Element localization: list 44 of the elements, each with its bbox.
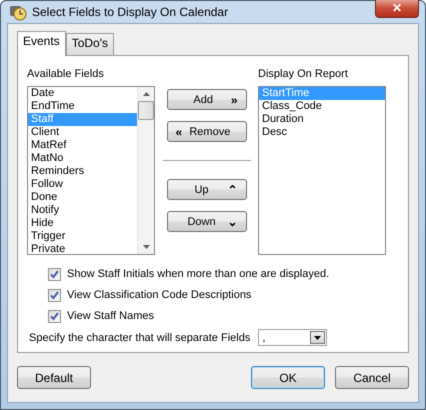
list-item[interactable]: Private	[28, 243, 137, 256]
list-item[interactable]: Hide	[28, 217, 137, 230]
scroll-up-icon[interactable]	[142, 91, 150, 97]
list-label: Display On Report	[258, 68, 349, 82]
checkbox[interactable]	[48, 268, 61, 280]
clock-icon	[9, 3, 27, 21]
list-item[interactable]: MatNo	[28, 152, 137, 165]
list-item[interactable]: EndTime	[28, 100, 137, 113]
checkbox-label: View Classification Code Descriptions	[67, 289, 252, 301]
button[interactable]: Down ⌄	[166, 211, 246, 232]
checkbox[interactable]	[48, 288, 61, 302]
tab[interactable]: ToDo's	[66, 33, 114, 55]
window-title: Select Fields to Display On Calendar	[32, 5, 230, 19]
field-list[interactable]: Date EndTime Staff Client MatRef MatNo Reminders Follow Done Notify Hide Trigger Private	[27, 86, 155, 255]
separator-label: Specify the character that will separate Fields	[29, 332, 250, 344]
button[interactable]: « Remove	[166, 121, 246, 142]
list-item[interactable]: Follow	[28, 178, 137, 191]
list-item[interactable]: Notify	[28, 204, 137, 217]
close-button[interactable]: ✕	[375, 0, 419, 18]
list-item[interactable]: Desc	[259, 126, 385, 139]
separator-dropdown[interactable]: ,	[258, 329, 328, 346]
checkbox-label: Show Staff Initials when more than one are displayed.	[67, 268, 330, 280]
scrollbar[interactable]	[137, 87, 154, 254]
list-item[interactable]: Trigger	[28, 230, 137, 243]
dropdown-arrow-icon	[314, 336, 322, 340]
checkbox-label: View Staff Names	[67, 310, 154, 322]
button[interactable]: Default	[17, 366, 91, 389]
checkbox[interactable]	[48, 310, 61, 322]
button[interactable]: Add »	[166, 89, 246, 110]
list-item[interactable]: Duration	[259, 113, 385, 126]
list-item[interactable]: Date	[28, 87, 137, 100]
list-item[interactable]: Class_Code	[259, 100, 385, 113]
button[interactable]: Cancel	[335, 366, 409, 389]
scroll-down-icon[interactable]	[142, 244, 150, 250]
button[interactable]: Up ⌃	[166, 179, 246, 200]
tab[interactable]: Events	[17, 31, 66, 56]
list-item[interactable]: Done	[28, 191, 137, 204]
field-list[interactable]: StartTime Class_Code Duration Desc	[258, 86, 386, 255]
list-item[interactable]: MatRef	[28, 139, 137, 152]
scroll-thumb[interactable]	[138, 101, 154, 120]
button[interactable]: OK	[251, 366, 325, 389]
list-label: Available Fields	[27, 68, 105, 82]
list-item[interactable]: Reminders	[28, 165, 137, 178]
list-item[interactable]: Client	[28, 126, 137, 139]
